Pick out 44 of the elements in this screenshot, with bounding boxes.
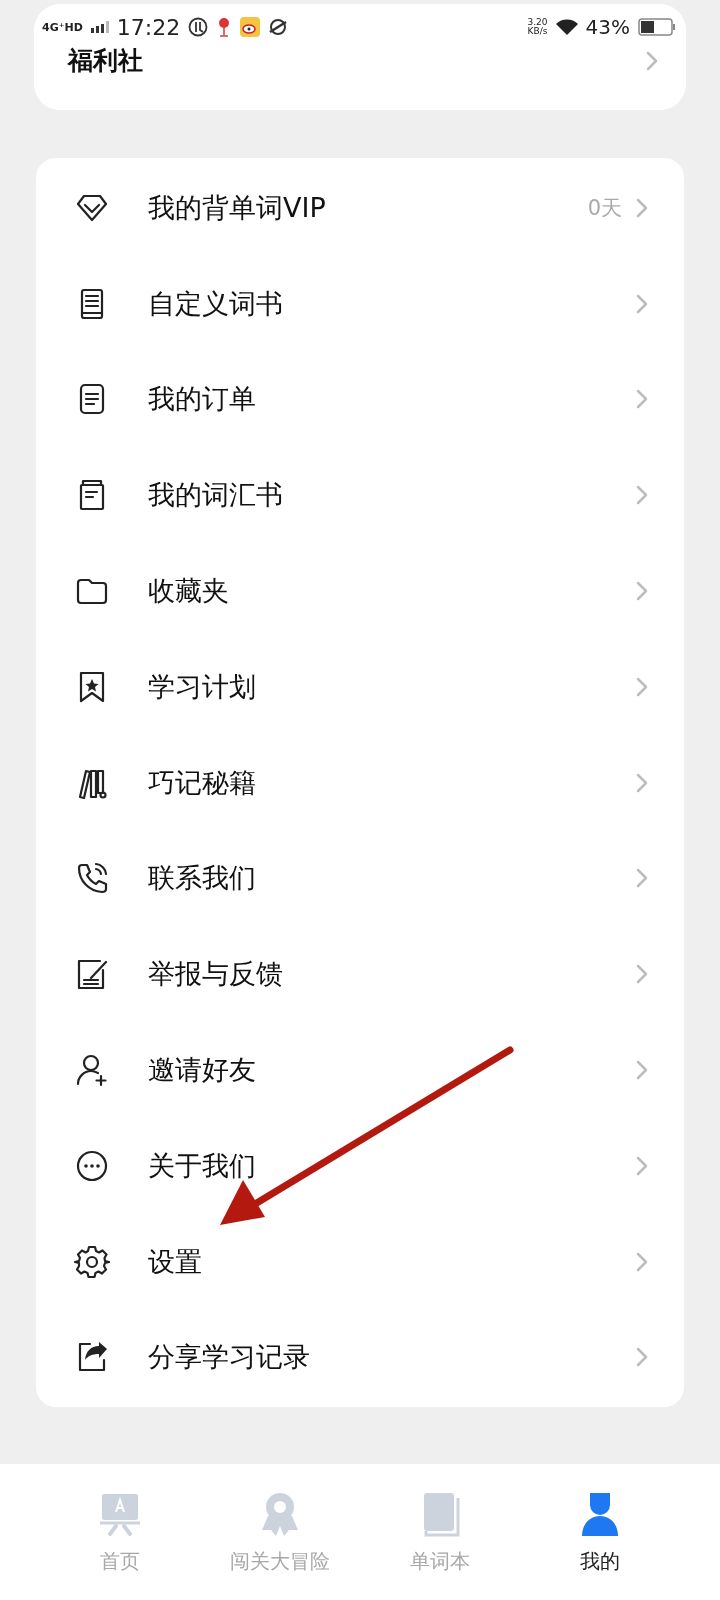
menu-item[interactable]: 自定义词书 — [36, 255, 684, 352]
battery-icon — [638, 18, 676, 36]
menu-item[interactable]: 学习计划 — [36, 639, 684, 735]
menu-item[interactable]: 收藏夹 — [36, 543, 684, 639]
chevron-icon — [636, 581, 648, 602]
network-speed: 3.20 — [527, 18, 548, 27]
speed-unit: KB/s — [527, 27, 548, 36]
vip-days: 0天 — [587, 193, 622, 222]
chevron-icon — [636, 772, 648, 793]
add-user-icon — [74, 1052, 110, 1089]
chevron-icon — [646, 50, 658, 71]
card-title: 福利社 — [68, 45, 144, 77]
menu-item[interactable]: 关于我们 — [36, 1117, 684, 1214]
welfare-card[interactable]: 4G⁺HD 17:22 3.20 KB/s 43% 福利社 — [34, 4, 686, 110]
network-type: 4G⁺HD — [42, 21, 83, 33]
battery-percent: 43% — [585, 15, 630, 39]
status-time: 17:22 — [116, 14, 181, 40]
chevron-icon — [636, 964, 648, 985]
chevron-icon — [636, 1347, 648, 1368]
menu-item[interactable]: 我的背单词VIP 0天 — [36, 160, 684, 256]
chevron-icon — [636, 1155, 648, 1176]
signal-icon — [90, 21, 109, 33]
chevron-icon — [636, 293, 648, 314]
chevron-icon — [636, 1251, 648, 1272]
chevron-icon — [636, 389, 648, 410]
app-icon — [240, 17, 261, 37]
chevron-icon — [636, 485, 648, 506]
menu-item[interactable]: 设置 — [36, 1213, 684, 1310]
chevron-icon — [636, 868, 648, 889]
menu-item[interactable]: 我的订单 — [36, 351, 684, 448]
wifi-icon — [555, 18, 578, 36]
menu-item[interactable]: 邀请好友 — [36, 1022, 684, 1118]
settings-icon — [74, 1243, 110, 1280]
menu-item[interactable]: 举报与反馈 — [36, 926, 684, 1023]
notification-icon — [188, 17, 209, 37]
menu-item[interactable]: 分享学习记录 — [36, 1309, 684, 1406]
chevron-icon — [636, 676, 648, 697]
menu-item[interactable]: 联系我们 — [36, 830, 684, 927]
menu-item[interactable]: 巧记秘籍 — [36, 734, 684, 831]
chevron-icon — [636, 197, 648, 218]
planet-icon — [268, 17, 289, 37]
chevron-icon — [636, 1060, 648, 1081]
tab-item[interactable]: 我的 — [520, 1464, 680, 1600]
menu-item[interactable]: 我的词汇书 — [36, 447, 684, 544]
